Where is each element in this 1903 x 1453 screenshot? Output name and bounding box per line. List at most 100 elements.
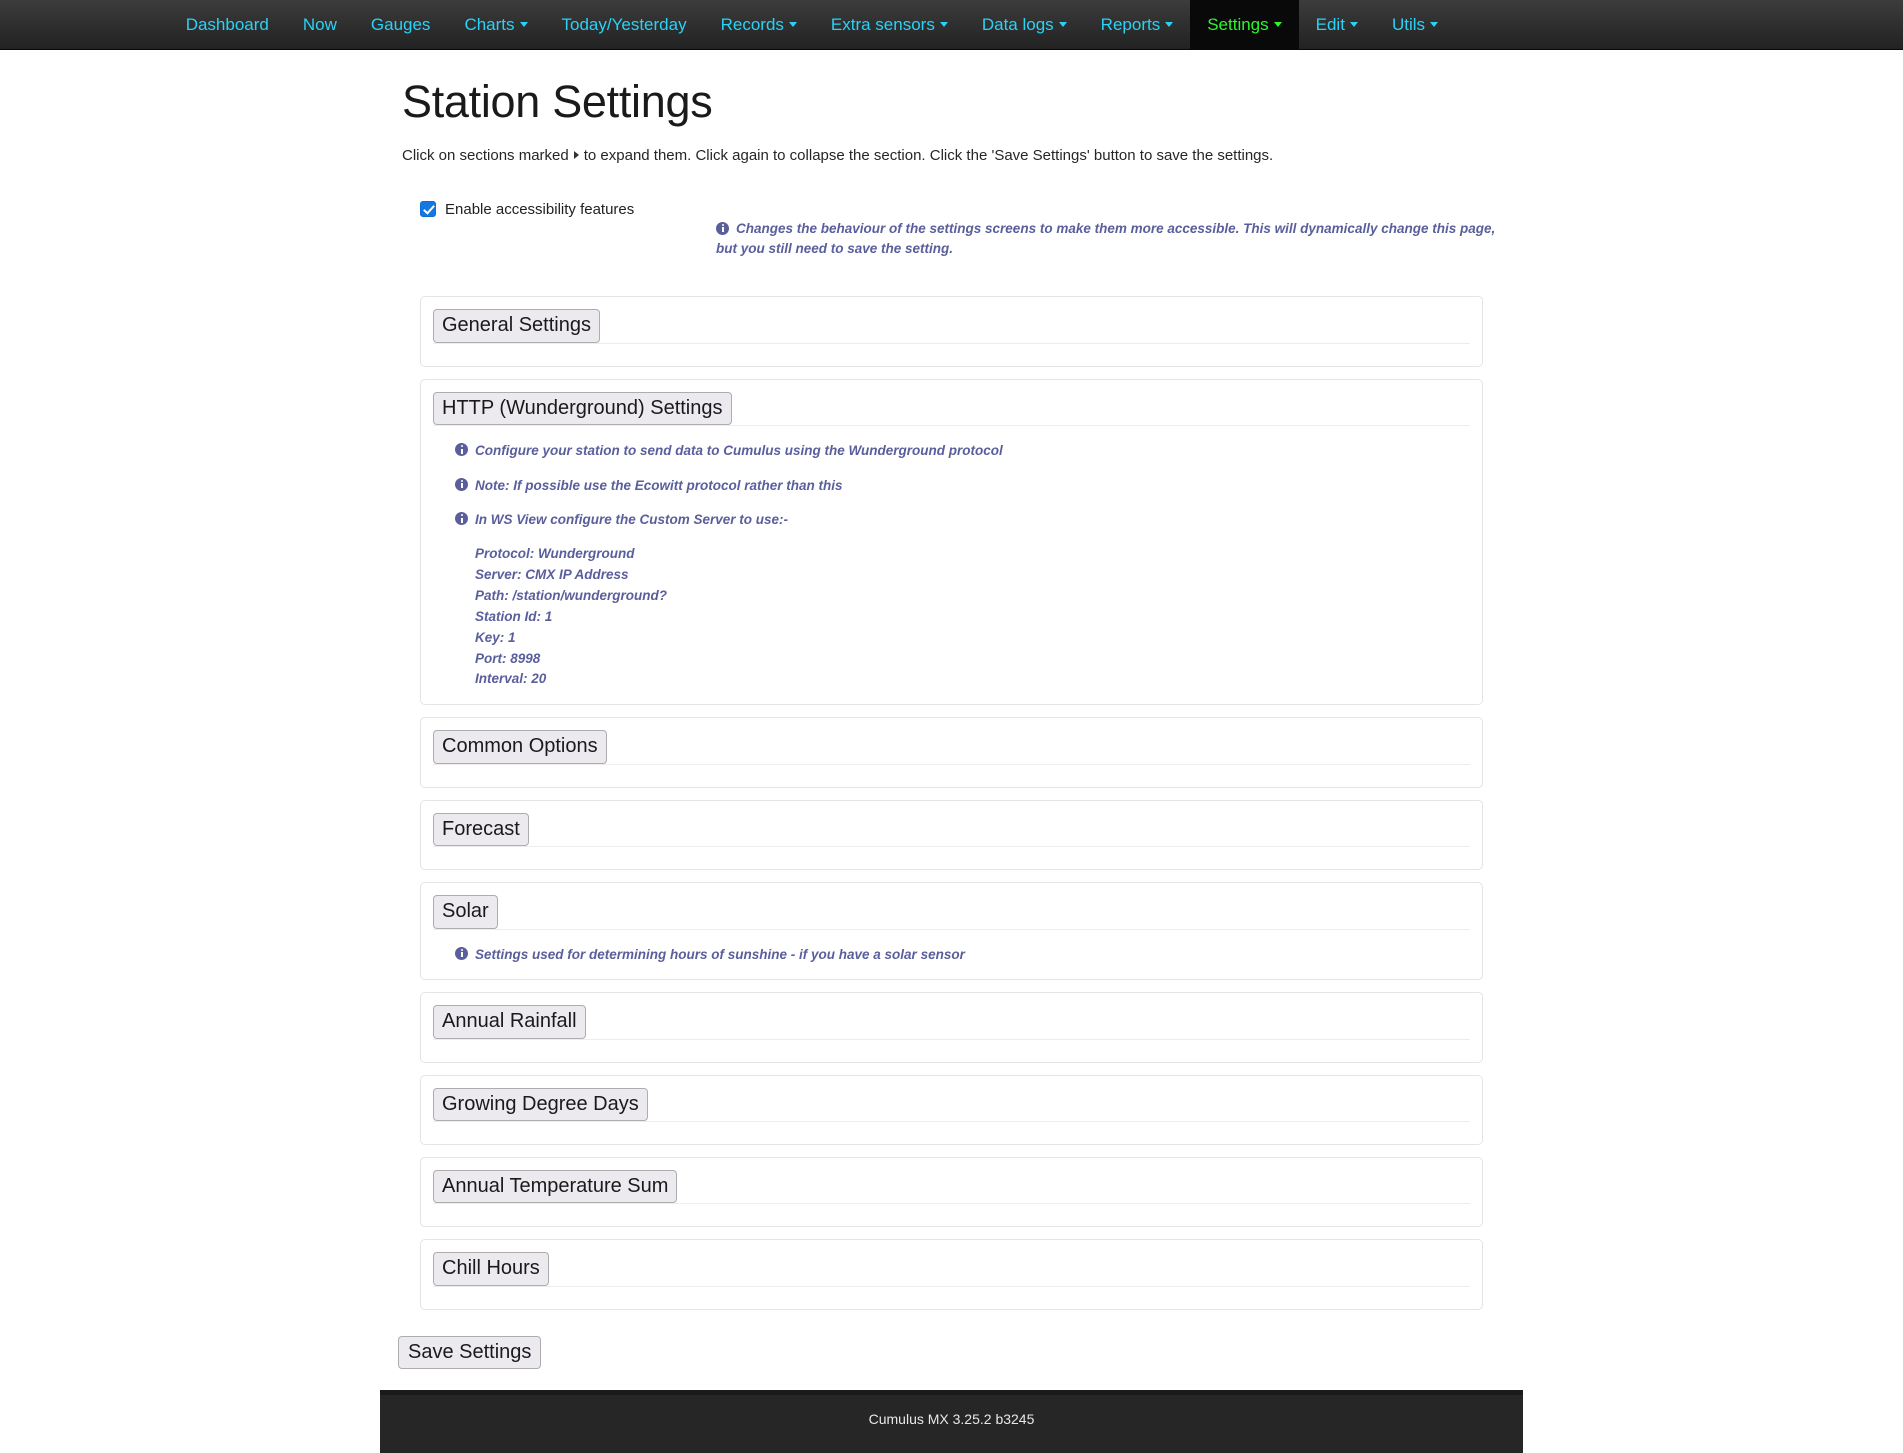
nav-item-settings[interactable]: Settings: [1190, 0, 1299, 49]
accessibility-note-text: Changes the behaviour of the settings sc…: [716, 220, 1496, 257]
chevron-down-icon: [1273, 22, 1282, 27]
info-note-text: Note: If possible use the Ecowitt protoc…: [475, 477, 843, 493]
save-settings-wrap: Save Settings: [398, 1335, 1505, 1370]
nav-item-label: Now: [302, 15, 337, 34]
info-note-text: Settings used for determining hours of s…: [475, 946, 965, 962]
nav-item-now[interactable]: Now: [286, 0, 354, 49]
info-note-text: Configure your station to send data to C…: [475, 443, 1003, 459]
panel-body: [421, 1040, 1482, 1062]
panel-header: Annual Temperature Sum: [421, 1158, 1482, 1204]
section-toggle-chill-hours[interactable]: Chill Hours: [433, 1252, 549, 1286]
settings-panel-forecast: Forecast: [420, 799, 1483, 871]
panel-header: Chill Hours: [421, 1240, 1482, 1286]
settings-panel-annual-rainfall: Annual Rainfall: [420, 992, 1483, 1063]
info-icon: [455, 443, 468, 457]
chevron-down-icon: [1349, 22, 1358, 27]
nav-item-label: Today/Yesterday: [561, 15, 687, 34]
main-navbar: Dashboard Now Gauges Charts Today/Yesterday R…: [0, 0, 1903, 50]
save-settings-button[interactable]: Save Settings: [398, 1335, 542, 1370]
config-line: Interval: 20: [475, 671, 547, 687]
accessibility-checkbox-label[interactable]: Enable accessibility features: [445, 201, 634, 218]
section-toggle-general-settings[interactable]: General Settings: [433, 309, 600, 343]
info-note: Note: If possible use the Ecowitt protoc…: [455, 475, 1470, 497]
section-toggle-http-wunderground-settings[interactable]: HTTP (Wunderground) Settings: [433, 391, 732, 426]
config-line: Server: CMX IP Address: [475, 566, 629, 582]
nav-item-extra-sensors[interactable]: Extra sensors: [814, 0, 965, 49]
page-title: Station Settings: [402, 76, 713, 127]
nav-item-label: Reports: [1100, 15, 1161, 34]
chevron-down-icon: [1058, 22, 1067, 27]
nav-item-today-yesterday[interactable]: Today/Yesterday: [545, 0, 704, 49]
panel-header: Common Options: [421, 718, 1482, 764]
chevron-down-icon: [519, 22, 528, 27]
panel-body: [421, 1204, 1482, 1226]
nav-item-label: Utils: [1391, 15, 1425, 34]
nav-item-data-logs[interactable]: Data logs: [965, 0, 1084, 49]
panel-body: [421, 1122, 1482, 1144]
info-note-text: In WS View configure the Custom Server t…: [475, 512, 789, 528]
info-note: Configure your station to send data to C…: [455, 440, 1470, 462]
accessibility-note: Changes the behaviour of the settings sc…: [716, 199, 1505, 261]
page-container: Station Settings Click on sections marke…: [380, 76, 1523, 1370]
section-toggle-solar[interactable]: Solar: [433, 895, 498, 929]
chevron-down-icon: [788, 22, 797, 27]
nav-item-dashboard[interactable]: Dashboard: [169, 0, 286, 49]
section-toggle-annual-temperature-sum[interactable]: Annual Temperature Sum: [433, 1169, 678, 1204]
nav-item-label: Edit: [1315, 15, 1345, 34]
chevron-down-icon: [1165, 22, 1174, 27]
settings-panel-common-options: Common Options: [420, 717, 1483, 788]
panel-body: Settings used for determining hours of s…: [421, 930, 1482, 980]
accessibility-checkbox[interactable]: [420, 201, 436, 217]
page-description-before: Click on sections marked: [402, 146, 569, 164]
nav-item-utils[interactable]: Utils: [1375, 0, 1455, 49]
info-icon: [455, 477, 468, 491]
panel-body: [421, 765, 1482, 787]
settings-panel-http-wunderground-settings: HTTP (Wunderground) Settings Configure yo…: [420, 378, 1483, 706]
chevron-down-icon: [1430, 22, 1438, 27]
info-icon: [455, 946, 468, 960]
footer-version-text: Cumulus MX 3.25.2 b3245: [868, 1411, 1035, 1427]
nav-item-reports[interactable]: Reports: [1084, 0, 1191, 49]
accessibility-control: Enable accessibility features: [420, 199, 716, 218]
nav-item-label: Gauges: [370, 15, 431, 34]
settings-panel-growing-degree-days: Growing Degree Days: [420, 1074, 1483, 1145]
nav-item-gauges[interactable]: Gauges: [354, 0, 448, 49]
page-description-after: to expand them. Click again to collapse …: [583, 146, 1274, 164]
panel-header: Forecast: [421, 801, 1482, 847]
panel-header: General Settings: [421, 297, 1482, 343]
section-toggle-growing-degree-days[interactable]: Growing Degree Days: [433, 1087, 648, 1121]
info-icon: [716, 221, 729, 235]
chevron-down-icon: [939, 22, 948, 27]
settings-panels: General Settings HTTP (Wunderground) Sett…: [398, 296, 1505, 1310]
expand-triangle-icon: [573, 150, 579, 159]
accessibility-row: Enable accessibility features Changes th…: [420, 199, 1505, 261]
info-icon: [455, 512, 468, 526]
panel-header: Annual Rainfall: [421, 993, 1482, 1039]
info-note: Settings used for determining hours of s…: [455, 944, 1470, 966]
info-note: In WS View configure the Custom Server t…: [455, 509, 1470, 531]
nav-list: Dashboard Now Gauges Charts Today/Yesterday R…: [169, 0, 1455, 49]
nav-item-label: Settings: [1207, 15, 1269, 34]
nav-item-edit[interactable]: Edit: [1299, 0, 1375, 49]
settings-panel-annual-temperature-sum: Annual Temperature Sum: [420, 1156, 1483, 1228]
panel-header: Solar: [421, 883, 1482, 929]
custom-server-config: Protocol: Wunderground Server: CMX IP Add…: [475, 544, 1470, 690]
section-toggle-forecast[interactable]: Forecast: [433, 812, 529, 847]
panel-header: HTTP (Wunderground) Settings: [421, 380, 1482, 426]
panel-body: Configure your station to send data to C…: [421, 426, 1482, 704]
section-toggle-annual-rainfall[interactable]: Annual Rainfall: [433, 1005, 586, 1039]
settings-panel-general-settings: General Settings: [420, 296, 1483, 367]
nav-item-label: Records: [720, 15, 784, 34]
config-line: Key: 1: [475, 629, 516, 645]
panel-body: [421, 847, 1482, 869]
config-line: Protocol: Wunderground: [475, 545, 635, 561]
nav-item-charts[interactable]: Charts: [447, 0, 544, 49]
nav-item-label: Charts: [464, 15, 515, 34]
config-line: Path: /station/wunderground?: [475, 587, 667, 603]
panel-header: Growing Degree Days: [421, 1076, 1482, 1121]
section-toggle-common-options[interactable]: Common Options: [433, 730, 607, 764]
nav-item-label: Data logs: [981, 15, 1054, 34]
nav-item-records[interactable]: Records: [704, 0, 814, 49]
panel-body: [421, 1287, 1482, 1309]
panel-body: [421, 344, 1482, 366]
